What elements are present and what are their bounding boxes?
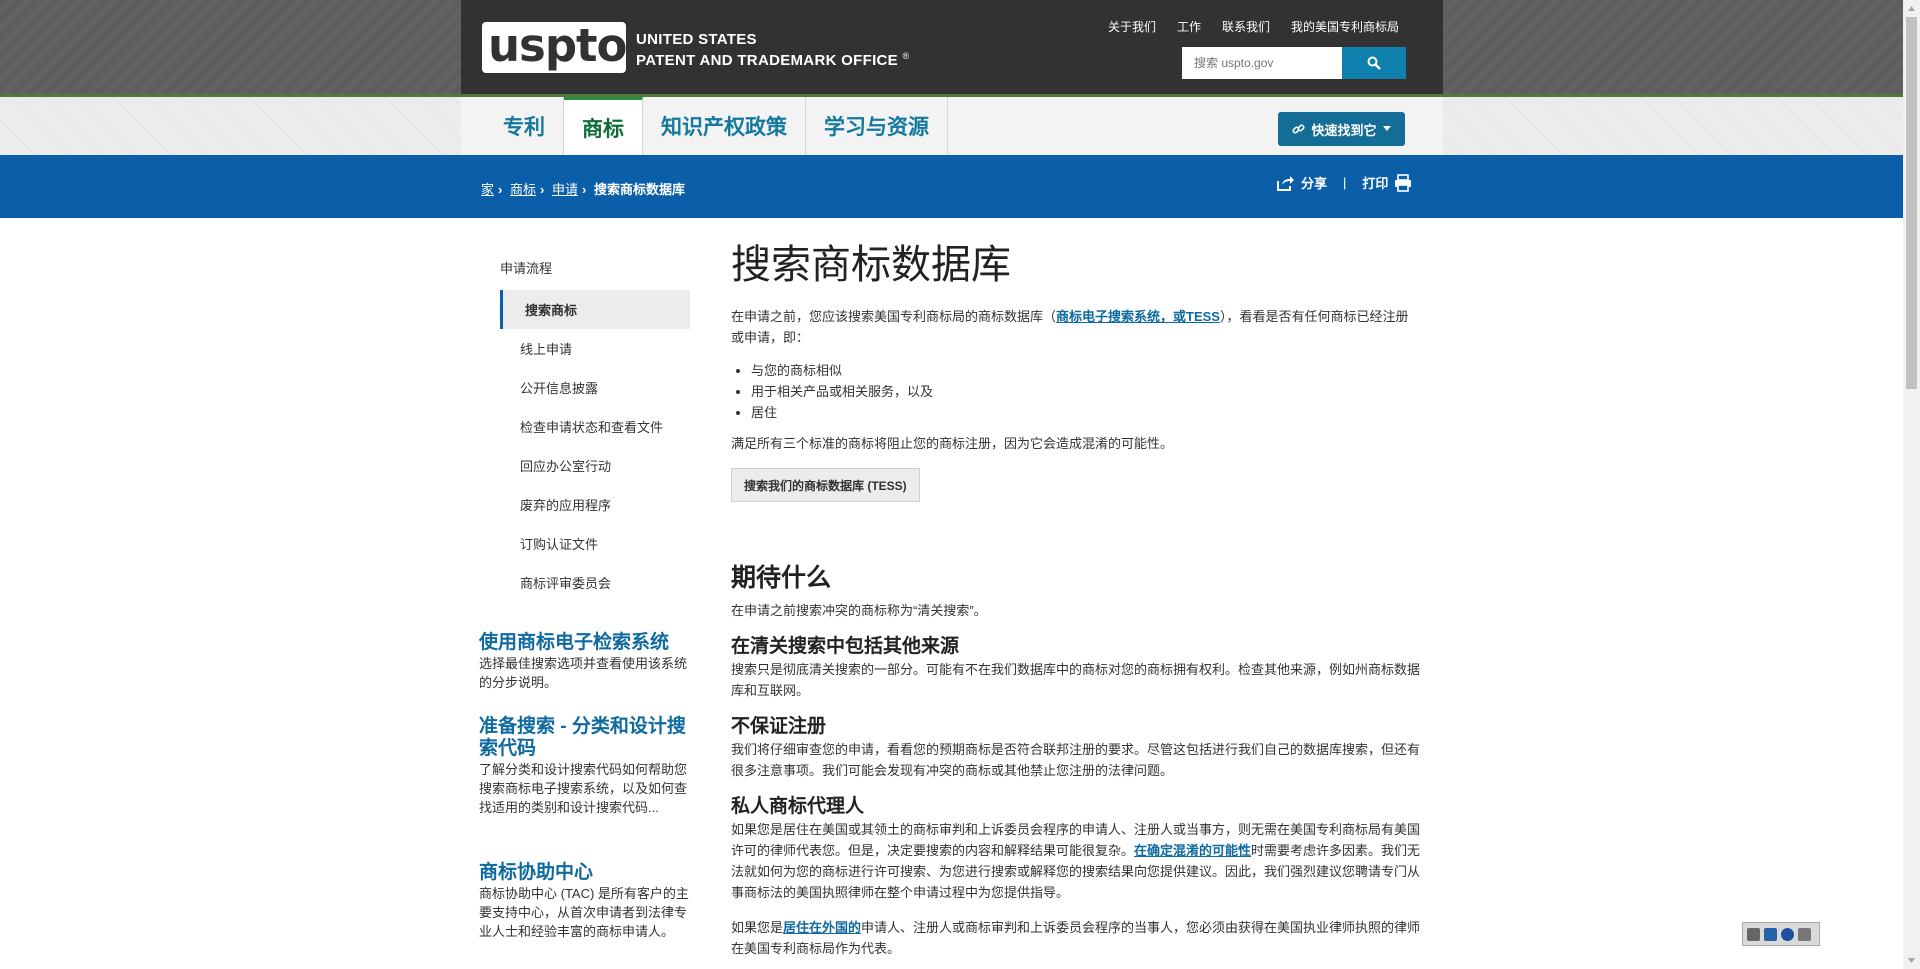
ime-toolbar[interactable] bbox=[1742, 922, 1820, 946]
scroll-up-arrow[interactable] bbox=[1903, 0, 1920, 17]
search-icon bbox=[1367, 56, 1381, 70]
breadcrumb-bar: 家 › 商标 › 申请 › 搜索商标数据库 分享 | 打印 bbox=[0, 155, 1903, 218]
tess-link[interactable]: 商标电子搜索系统，或TESS bbox=[1056, 309, 1220, 324]
nav-tab-learning[interactable]: 学习与资源 bbox=[806, 97, 948, 155]
registered-mark: ® bbox=[902, 51, 910, 61]
promo-design-codes: 准备搜索 - 分类和设计搜索代码 了解分类和设计搜索代码如何帮助您搜索商标电子搜… bbox=[479, 716, 693, 817]
link-icon bbox=[1292, 123, 1305, 134]
printer-icon[interactable] bbox=[1394, 173, 1412, 192]
uspto-logo[interactable]: uspto bbox=[482, 22, 627, 73]
list-item: 与您的商标相似 bbox=[751, 360, 1421, 381]
criteria-text: 满足所有三个标准的商标将阻止您的商标注册，因为它会造成混淆的可能性。 bbox=[731, 436, 1174, 451]
sidebar-nav: 搜索商标 线上申请 公开信息披露 检查申请状态和查看文件 回应办公室行动 废弃的… bbox=[500, 290, 690, 602]
quick-find-button[interactable]: 快速找到它 bbox=[1278, 112, 1405, 146]
promo-tac: 商标协助中心 商标协助中心 (TAC) 是所有客户的主要支持中心，从首次申请者到… bbox=[479, 862, 693, 941]
breadcrumb-current: 搜索商标数据库 bbox=[593, 182, 685, 197]
breadcrumb-apply[interactable]: 申请 bbox=[552, 182, 578, 197]
util-link-jobs[interactable]: 工作 bbox=[1166, 18, 1211, 35]
nav-tab-ip-policy[interactable]: 知识产权政策 bbox=[643, 97, 806, 155]
sidebar-item-search-trademark[interactable]: 搜索商标 bbox=[500, 290, 690, 329]
sidebar-item-check-status[interactable]: 检查申请状态和查看文件 bbox=[500, 407, 690, 446]
arrow-up-icon bbox=[1908, 6, 1915, 11]
org-line2: PATENT AND TRADEMARK OFFICE bbox=[636, 52, 898, 69]
list-item: 用于相关产品或相关服务，以及 bbox=[751, 381, 1421, 402]
util-link-about[interactable]: 关于我们 bbox=[1097, 18, 1166, 35]
share-print-tools: 分享 | 打印 bbox=[1275, 173, 1412, 192]
search-form bbox=[1182, 47, 1406, 79]
menu-icon[interactable] bbox=[1798, 927, 1811, 941]
header-background: uspto UNITED STATES PATENT AND TRADEMARK… bbox=[0, 0, 1903, 97]
header: uspto UNITED STATES PATENT AND TRADEMARK… bbox=[461, 0, 1443, 97]
caret-down-icon bbox=[1382, 126, 1391, 131]
section-heading-sources: 在清关搜索中包括其他来源 bbox=[731, 636, 960, 657]
util-link-contact[interactable]: 联系我们 bbox=[1211, 18, 1280, 35]
util-link-my-uspto[interactable]: 我的美国专利商标局 bbox=[1280, 18, 1409, 35]
utility-links: 关于我们 工作 联系我们 我的美国专利商标局 bbox=[1097, 18, 1409, 35]
sidebar-item-abandoned[interactable]: 废弃的应用程序 bbox=[500, 485, 690, 524]
org-name: UNITED STATES PATENT AND TRADEMARK OFFIC… bbox=[636, 32, 909, 69]
scroll-down-arrow[interactable] bbox=[1903, 952, 1920, 969]
arrow-down-icon bbox=[1908, 958, 1915, 963]
criteria-list: 与您的商标相似 用于相关产品或相关服务，以及 居住 bbox=[751, 360, 1421, 423]
confusion-link[interactable]: 在确定混淆的可能性 bbox=[1134, 843, 1251, 858]
promo-design-codes-title[interactable]: 准备搜索 - 分类和设计搜索代码 bbox=[479, 716, 693, 760]
nav-tab-patents[interactable]: 专利 bbox=[461, 97, 564, 155]
breadcrumb-home[interactable]: 家 bbox=[481, 182, 494, 197]
quick-find-label: 快速找到它 bbox=[1311, 122, 1377, 138]
sidebar-item-apply-online[interactable]: 线上申请 bbox=[500, 329, 690, 368]
section-heading-attorney: 私人商标代理人 bbox=[731, 796, 865, 817]
help-icon[interactable] bbox=[1781, 927, 1794, 941]
nav-tab-trademarks[interactable]: 商标 bbox=[564, 97, 643, 155]
list-item: 居住 bbox=[751, 402, 1421, 423]
sidebar-item-certified-docs[interactable]: 订购认证文件 bbox=[500, 524, 690, 563]
search-tess-button[interactable]: 搜索我们的商标数据库 (TESS) bbox=[731, 468, 920, 502]
attorney-text: 如果您是居住在美国或其领土的商标审判和上诉委员会程序的申请人、注册人或当事方，则… bbox=[731, 822, 1421, 900]
scroll-thumb[interactable] bbox=[1906, 17, 1917, 389]
guarantee-text: 我们将仔细审查您的申请，看看您的预期商标是否符合联邦注册的要求。尽管这包括进行我… bbox=[731, 742, 1421, 778]
section-heading-expect: 期待什么 bbox=[731, 564, 832, 592]
foreign-link[interactable]: 居住在外国的 bbox=[783, 920, 861, 935]
input-method-icon[interactable] bbox=[1764, 927, 1777, 941]
main-nav: 专利 商标 知识产权政策 学习与资源 快速找到它 bbox=[461, 97, 1443, 155]
search-button[interactable] bbox=[1342, 47, 1406, 79]
intro-paragraph: 在申请之前，您应该搜索美国专利商标局的商标数据库（商标电子搜索系统，或TESS）… bbox=[731, 309, 1409, 345]
sidebar-item-disclosure[interactable]: 公开信息披露 bbox=[500, 368, 690, 407]
breadcrumb: 家 › 商标 › 申请 › 搜索商标数据库 bbox=[481, 182, 685, 197]
sidebar-heading[interactable]: 申请流程 bbox=[500, 258, 552, 277]
search-input[interactable] bbox=[1182, 47, 1342, 79]
sidebar-item-office-action[interactable]: 回应办公室行动 bbox=[500, 446, 690, 485]
share-icon[interactable] bbox=[1275, 174, 1295, 192]
foreign-text: 如果您是居住在外国的申请人、注册人或商标审判和上诉委员会程序的当事人，您必须由获… bbox=[731, 920, 1421, 956]
share-link[interactable]: 分享 bbox=[1301, 173, 1327, 192]
promo-tac-text: 商标协助中心 (TAC) 是所有客户的主要支持中心，从首次申请者到法律专业人士和… bbox=[479, 886, 689, 939]
page-scrollbar[interactable] bbox=[1903, 0, 1920, 969]
promo-tess-title[interactable]: 使用商标电子检索系统 bbox=[479, 632, 693, 654]
grip-icon bbox=[1747, 927, 1760, 941]
nav-background: 专利 商标 知识产权政策 学习与资源 快速找到它 bbox=[0, 97, 1903, 155]
sources-text: 搜索只是彻底清关搜索的一部分。可能有不在我们数据库中的商标对您的商标拥有权利。检… bbox=[731, 662, 1421, 698]
expect-text: 在申请之前搜索冲突的商标称为“清关搜索”。 bbox=[731, 603, 987, 618]
breadcrumb-trademarks[interactable]: 商标 bbox=[510, 182, 536, 197]
promo-design-codes-text: 了解分类和设计搜索代码如何帮助您搜索商标电子搜索系统，以及如何查找适用的类别和设… bbox=[479, 762, 688, 815]
main-content: 搜索商标数据库 在申请之前，您应该搜索美国专利商标局的商标数据库（商标电子搜索系… bbox=[731, 240, 1421, 959]
promo-tac-title[interactable]: 商标协助中心 bbox=[479, 862, 693, 884]
print-link[interactable]: 打印 bbox=[1362, 173, 1388, 192]
section-heading-guarantee: 不保证注册 bbox=[731, 716, 827, 737]
promo-tess-text: 选择最佳搜索选项并查看使用该系统的分步说明。 bbox=[479, 656, 688, 690]
promo-tess: 使用商标电子检索系统 选择最佳搜索选项并查看使用该系统的分步说明。 bbox=[479, 632, 693, 692]
page-title: 搜索商标数据库 bbox=[731, 243, 1011, 287]
sidebar-item-ttab[interactable]: 商标评审委员会 bbox=[500, 563, 690, 602]
org-line1: UNITED STATES bbox=[636, 31, 757, 48]
